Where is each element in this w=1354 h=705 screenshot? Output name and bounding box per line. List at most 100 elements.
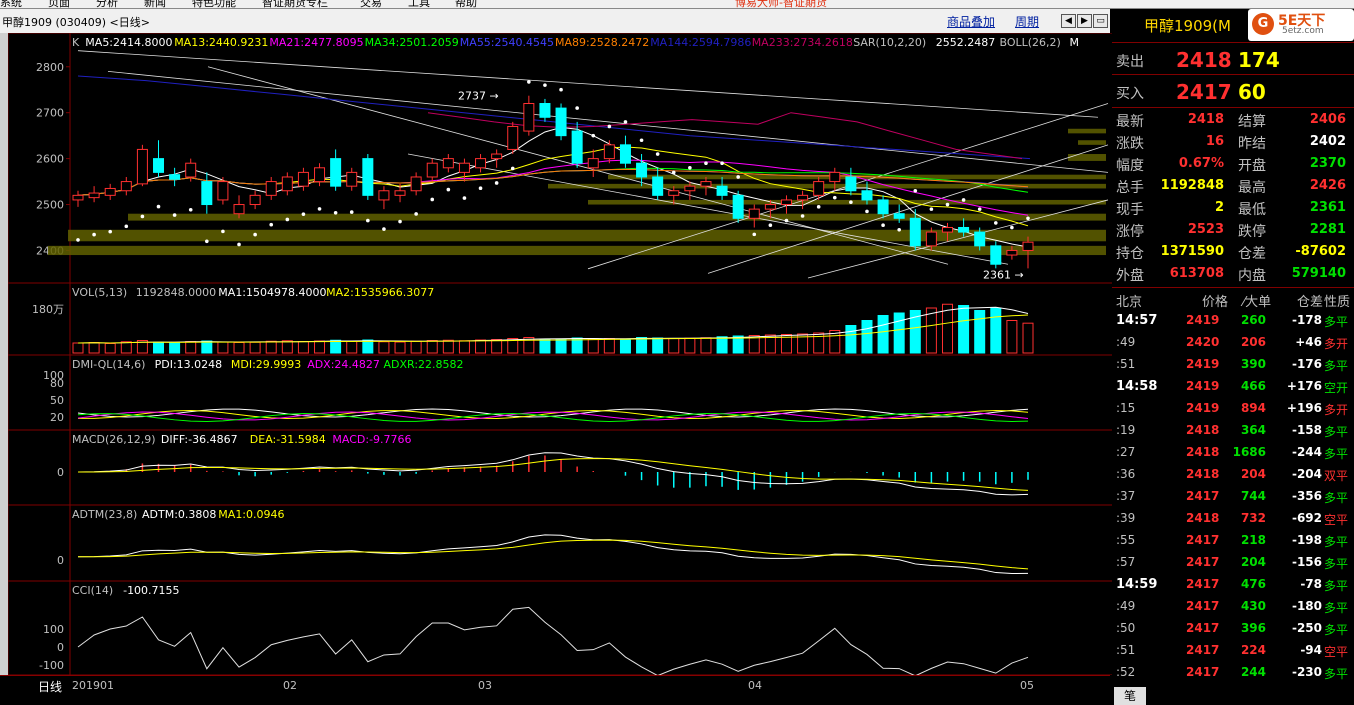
sell-row[interactable]: 卖出 2418 174 xyxy=(1112,47,1354,75)
volume-bar xyxy=(458,340,470,354)
stat-value: 16 xyxy=(1205,134,1224,149)
stat-label: 仓差 xyxy=(1238,246,1266,262)
buy-row[interactable]: 买入 2417 60 xyxy=(1112,79,1354,107)
cci-axis-label: -100 xyxy=(39,659,64,672)
dmi-axis-label: 20 xyxy=(50,411,64,424)
sar-dot xyxy=(639,138,644,143)
menu-item[interactable]: 分析 xyxy=(96,0,118,8)
candle-body xyxy=(410,176,422,192)
chart-title-bar: 甲醇1909 (030409) <日线> 商品叠加 周期 ◀ ▶ ▭ xyxy=(0,9,1110,33)
tick-time: :39 xyxy=(1116,511,1136,525)
candle-body xyxy=(314,167,326,183)
tick-time: :57 xyxy=(1116,555,1136,569)
brand-title: 博易大师-智证期货 xyxy=(735,0,827,9)
tab-commodity-overlay[interactable]: 商品叠加 xyxy=(947,13,995,30)
tick-nature: 空开 xyxy=(1324,381,1349,395)
sar-dot xyxy=(269,222,274,227)
tick-oi-change: -178 xyxy=(1291,313,1322,327)
tick-price: 2418 xyxy=(1186,423,1220,437)
sar-dot xyxy=(543,83,547,87)
volume-bar xyxy=(72,342,84,354)
tick-oi-change: -692 xyxy=(1291,511,1322,525)
legend-item: CCI(14) xyxy=(72,584,113,597)
stat-value: 2418 xyxy=(1187,112,1224,127)
menu-item[interactable]: 页面 xyxy=(48,0,70,8)
ticks-header-label: 北京 xyxy=(1116,295,1143,310)
stat-label: 跌停 xyxy=(1238,224,1266,240)
volume-bar xyxy=(265,340,277,354)
volume-profile-bar xyxy=(1078,140,1106,145)
candle-body xyxy=(507,125,519,150)
menu-item[interactable]: 智证期货专栏 xyxy=(262,0,328,8)
sar-dot xyxy=(317,207,322,211)
candle-body xyxy=(780,199,792,206)
tick-time: :55 xyxy=(1116,533,1136,547)
period-label[interactable]: 日线 xyxy=(38,678,62,695)
sar-dot xyxy=(398,219,402,224)
legend-item: MA144:2594.7986 xyxy=(650,36,751,49)
stat-value: 2523 xyxy=(1187,222,1224,237)
chart-area[interactable]: K MA5:2414.8000 MA13:2440.9231 MA21:2477.80… xyxy=(8,33,1118,675)
tick-price: 2418 xyxy=(1186,511,1220,525)
stat-label: 昨结 xyxy=(1238,136,1266,152)
candle-body xyxy=(845,176,857,192)
tick-oi-change: -250 xyxy=(1291,621,1322,635)
quote-stat-row: 现手 2 最低 2361 xyxy=(1112,197,1354,219)
sar-dot xyxy=(832,195,837,200)
left-side-strip[interactable] xyxy=(0,33,8,681)
menu-item[interactable]: 交易 xyxy=(360,0,382,8)
price-axis-label: 2700 xyxy=(36,107,64,120)
nav-zoom-button[interactable]: ▭ xyxy=(1093,14,1108,28)
sar-dot xyxy=(575,106,579,110)
volume-bar xyxy=(475,339,487,354)
candle-body xyxy=(732,194,744,219)
tick-volume: 218 xyxy=(1240,533,1266,547)
macd-dea-line xyxy=(77,458,1029,491)
volume-bar xyxy=(169,342,181,354)
stat-value: 2406 xyxy=(1309,112,1346,127)
sar-dot xyxy=(913,188,918,193)
tick-price: 2417 xyxy=(1186,665,1220,679)
legend-item: MA89:2528.2472 xyxy=(555,36,649,49)
menu-item[interactable]: 系统 xyxy=(0,0,22,8)
sar-dot xyxy=(221,229,225,234)
candle-body xyxy=(442,158,454,169)
menu-item[interactable]: 特色功能 xyxy=(192,0,236,8)
volume-axis-label: 180万 xyxy=(32,303,64,316)
sar-dot xyxy=(704,161,708,166)
tick-oi-change: -94 xyxy=(1300,643,1322,657)
volume-bar xyxy=(636,337,648,354)
candle-body xyxy=(555,107,567,137)
sar-dot xyxy=(784,218,789,223)
tab-period[interactable]: 周期 xyxy=(1015,13,1039,30)
volume-bar xyxy=(104,343,116,354)
tick-price: 2417 xyxy=(1186,643,1220,657)
tick-row: 14:58 2419 466 +176 空开 xyxy=(1112,375,1354,397)
tab-ticks[interactable]: 笔 xyxy=(1114,687,1146,705)
candle-body xyxy=(893,213,905,219)
sar-dot xyxy=(430,197,435,202)
tick-time: 14:59 xyxy=(1116,577,1158,592)
stat-value: 1192848 xyxy=(1160,178,1224,193)
sar-dot xyxy=(816,205,821,209)
volume-bar xyxy=(426,340,438,354)
stat-label: 现手 xyxy=(1116,202,1144,218)
volume-bar xyxy=(217,341,229,354)
menu-item[interactable]: 工具 xyxy=(408,0,430,8)
sar-dot xyxy=(655,152,660,156)
menu-item[interactable]: 新闻 xyxy=(144,0,166,8)
tick-volume: 476 xyxy=(1240,577,1266,591)
volume-profile-bar xyxy=(1068,154,1106,161)
sar-dot xyxy=(1026,216,1030,221)
nav-right-button[interactable]: ▶ xyxy=(1077,14,1092,28)
candle-body xyxy=(539,103,551,118)
menu-item[interactable]: 帮助 xyxy=(455,0,477,8)
ticks-header-label: 性质 xyxy=(1324,295,1351,310)
sar-dot xyxy=(623,120,628,124)
legend-item: MA5:2414.8000 xyxy=(85,36,172,49)
candle-body xyxy=(120,181,132,192)
nav-left-button[interactable]: ◀ xyxy=(1061,14,1076,28)
price-axis-label: 2500 xyxy=(36,199,64,212)
stat-value: 1371590 xyxy=(1160,244,1224,259)
tick-nature: 多平 xyxy=(1324,557,1349,571)
